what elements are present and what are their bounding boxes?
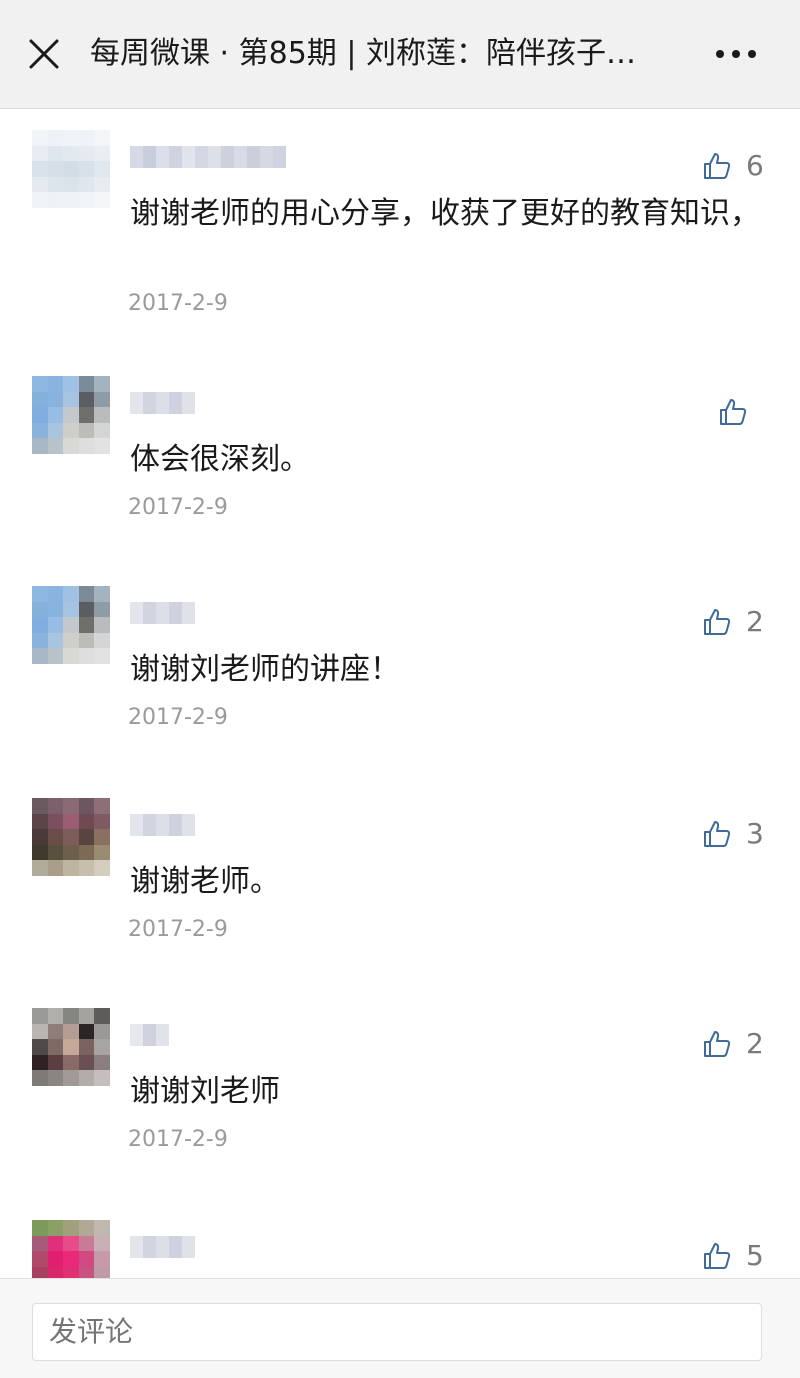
- comment-date: 2017-2-9: [128, 917, 228, 942]
- comment-date: 2017-2-9: [128, 291, 228, 316]
- avatar[interactable]: [32, 798, 110, 876]
- comment-input[interactable]: [32, 1303, 762, 1361]
- more-icon[interactable]: [712, 44, 760, 64]
- comment-item: 5: [0, 1220, 800, 1278]
- page-title: 每周微课 · 第85期 | 刘称莲：陪伴孩子…: [90, 36, 636, 71]
- comment-text: 体会很深刻。: [130, 442, 310, 477]
- comment-list: 6 谢谢老师的用心分享，收获了更好的教育知识， 2017-2-9 体会很深刻。 …: [0, 108, 800, 1278]
- like-count: 2: [746, 605, 764, 638]
- thumbs-up-icon: [704, 1243, 731, 1269]
- avatar[interactable]: [32, 130, 110, 208]
- comment-item: 2 谢谢刘老师 2017-2-9: [0, 1008, 800, 1168]
- username-blurred: [130, 1024, 169, 1046]
- comment-text: 谢谢老师。: [130, 864, 280, 899]
- avatar[interactable]: [32, 1220, 110, 1278]
- like-button[interactable]: 5: [702, 1240, 764, 1272]
- like-count: 3: [746, 817, 764, 850]
- username-blurred: [130, 602, 195, 624]
- username-blurred: [130, 392, 195, 414]
- nav-bar: 每周微课 · 第85期 | 刘称莲：陪伴孩子…: [0, 0, 800, 109]
- comment-item: 6 谢谢老师的用心分享，收获了更好的教育知识， 2017-2-9: [0, 130, 800, 330]
- thumbs-up-icon: [704, 609, 731, 635]
- thumbs-up-icon: [704, 153, 731, 179]
- avatar[interactable]: [32, 376, 110, 454]
- like-button[interactable]: 3: [702, 818, 764, 850]
- comment-text: 谢谢老师的用心分享，收获了更好的教育知识，: [130, 196, 760, 231]
- avatar[interactable]: [32, 586, 110, 664]
- username-blurred: [130, 1236, 195, 1258]
- thumbs-up-icon: [704, 821, 731, 847]
- comment-date: 2017-2-9: [128, 705, 228, 730]
- comment-item: 3 谢谢老师。 2017-2-9: [0, 798, 800, 958]
- like-count: 2: [746, 1027, 764, 1060]
- like-count: 6: [746, 149, 764, 182]
- like-count: 5: [746, 1239, 764, 1272]
- comment-text: 谢谢刘老师: [130, 1074, 280, 1109]
- comment-composer-bar: [0, 1278, 800, 1378]
- thumbs-up-icon: [720, 399, 747, 425]
- comment-item: 体会很深刻。 2017-2-9: [0, 376, 800, 536]
- username-blurred: [130, 146, 286, 168]
- like-button[interactable]: 2: [702, 606, 764, 638]
- like-button[interactable]: 6: [702, 150, 764, 182]
- close-icon[interactable]: [28, 38, 60, 70]
- comment-text: 谢谢刘老师的讲座！: [130, 652, 400, 687]
- comment-date: 2017-2-9: [128, 495, 228, 520]
- username-blurred: [130, 814, 195, 836]
- thumbs-up-icon: [704, 1031, 731, 1057]
- comment-item: 2 谢谢刘老师的讲座！ 2017-2-9: [0, 586, 800, 746]
- like-button[interactable]: 2: [702, 1028, 764, 1060]
- avatar[interactable]: [32, 1008, 110, 1086]
- comment-date: 2017-2-9: [128, 1127, 228, 1152]
- like-button[interactable]: [718, 396, 762, 428]
